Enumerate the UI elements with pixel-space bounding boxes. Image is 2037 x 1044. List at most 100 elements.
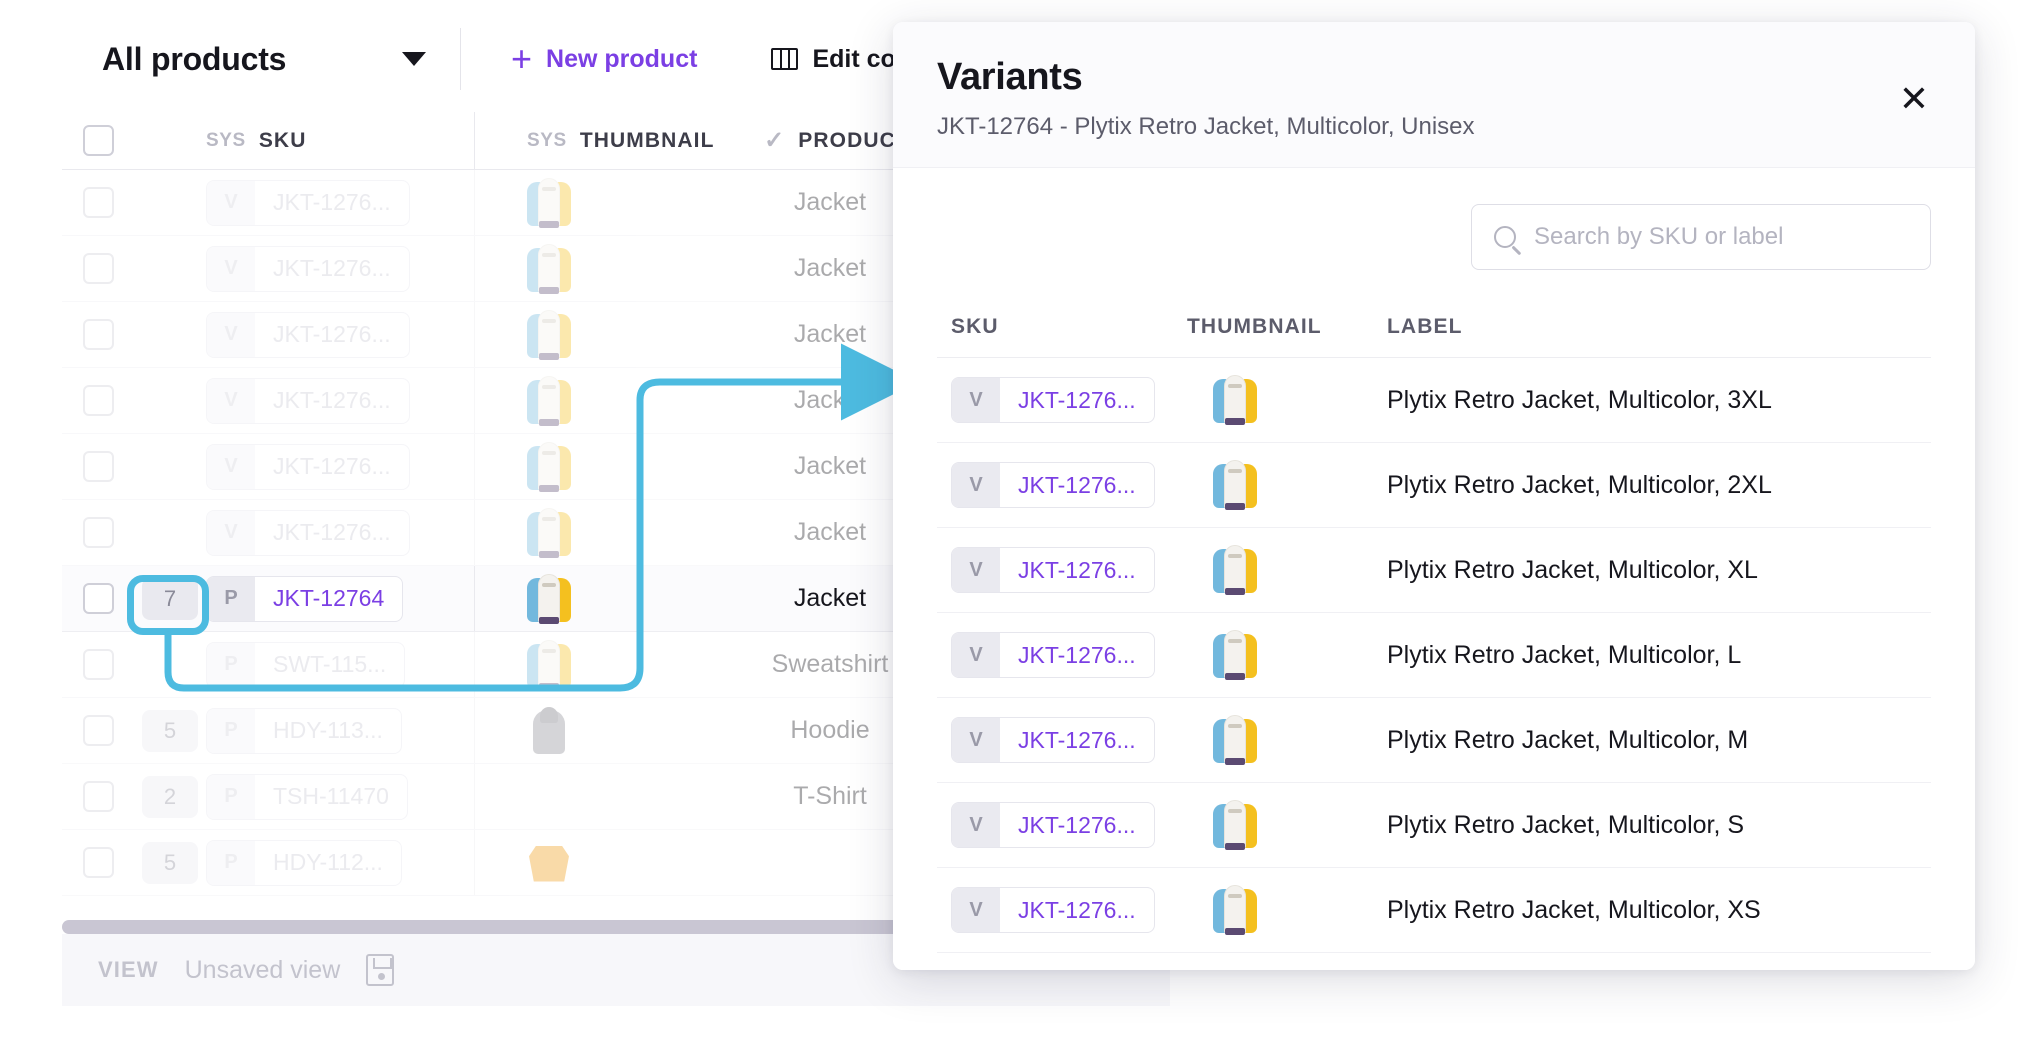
sku-type-badge: V xyxy=(952,718,1000,762)
row-sku-cell[interactable]: P HDY-113... xyxy=(206,707,474,754)
row-thumbnail-cell xyxy=(475,573,665,624)
row-select-cell[interactable] xyxy=(62,253,134,284)
row-select-cell[interactable] xyxy=(62,847,134,878)
save-view-icon[interactable] xyxy=(366,954,395,986)
variant-sku-cell[interactable]: V JKT-1276... xyxy=(937,887,1187,933)
new-product-button[interactable]: + New product xyxy=(485,28,723,90)
variant-count-cell[interactable]: 2 xyxy=(134,775,206,818)
row-sku-cell[interactable]: P JKT-12764 xyxy=(206,575,474,622)
variants-panel-footer: 7 results found xyxy=(893,953,1975,970)
row-select-cell[interactable] xyxy=(62,187,134,218)
sku-chip[interactable]: P HDY-112... xyxy=(206,839,402,886)
sku-chip[interactable]: P SWT-115... xyxy=(206,641,406,688)
sku-chip[interactable]: V JKT-1276... xyxy=(206,509,410,556)
variant-sku-chip[interactable]: V JKT-1276... xyxy=(951,462,1155,508)
row-select-cell[interactable] xyxy=(62,385,134,416)
row-sku-cell[interactable]: P HDY-112... xyxy=(206,839,474,886)
variant-sku-cell[interactable]: V JKT-1276... xyxy=(937,802,1187,848)
variant-row[interactable]: V JKT-1276... Plytix Retro Jacket, Multico… xyxy=(937,698,1931,783)
variant-row[interactable]: V JKT-1276... Plytix Retro Jacket, Multico… xyxy=(937,358,1931,443)
row-checkbox[interactable] xyxy=(82,715,114,746)
variant-row[interactable]: V JKT-1276... Plytix Retro Jacket, Multico… xyxy=(937,868,1931,953)
row-sku-cell[interactable]: P SWT-115... xyxy=(206,641,474,688)
variant-sku-chip[interactable]: V JKT-1276... xyxy=(951,802,1155,848)
row-checkbox[interactable] xyxy=(82,517,114,548)
row-checkbox[interactable] xyxy=(82,385,114,416)
variant-sku-chip[interactable]: V JKT-1276... xyxy=(951,887,1155,933)
row-select-cell[interactable] xyxy=(62,517,134,548)
screen-root: All products + New product Edit columns xyxy=(0,0,2037,1044)
variant-row[interactable]: V JKT-1276... Plytix Retro Jacket, Multico… xyxy=(937,443,1931,528)
sku-chip[interactable]: V JKT-1276... xyxy=(206,179,410,226)
select-all-cell[interactable] xyxy=(62,125,134,156)
variant-sku-chip[interactable]: V JKT-1276... xyxy=(951,717,1155,763)
row-select-cell[interactable] xyxy=(62,451,134,482)
variant-count-badge[interactable]: 2 xyxy=(142,775,198,818)
sku-chip[interactable]: V JKT-1276... xyxy=(206,443,410,490)
row-select-cell[interactable] xyxy=(62,319,134,350)
variant-count-badge[interactable]: 7 xyxy=(142,577,198,620)
row-checkbox[interactable] xyxy=(82,187,114,218)
jacket-thumbnail-icon xyxy=(527,177,571,228)
variant-sku-chip[interactable]: V JKT-1276... xyxy=(951,377,1155,423)
sku-chip[interactable]: P TSH-11470 xyxy=(206,773,408,820)
row-sku-cell[interactable]: V JKT-1276... xyxy=(206,509,474,556)
sku-chip[interactable]: V JKT-1276... xyxy=(206,245,410,292)
row-sku-cell[interactable]: P TSH-11470 xyxy=(206,773,474,820)
variant-sku-chip[interactable]: V JKT-1276... xyxy=(951,547,1155,593)
sku-chip[interactable]: P JKT-12764 xyxy=(206,575,404,622)
row-thumbnail-cell xyxy=(475,375,665,426)
row-sku-cell[interactable]: V JKT-1276... xyxy=(206,443,474,490)
row-checkbox[interactable] xyxy=(82,649,114,680)
variant-count-badge[interactable]: 5 xyxy=(142,709,198,752)
row-select-cell[interactable] xyxy=(62,781,134,812)
variant-sku-cell[interactable]: V JKT-1276... xyxy=(937,462,1187,508)
variant-count-cell[interactable]: 5 xyxy=(134,841,206,884)
sku-chip[interactable]: P HDY-113... xyxy=(206,707,402,754)
row-select-cell[interactable] xyxy=(62,649,134,680)
row-select-cell[interactable] xyxy=(62,583,134,614)
row-checkbox[interactable] xyxy=(82,319,114,350)
sku-value: JKT-1276... xyxy=(1018,471,1136,498)
sku-chip[interactable]: V JKT-1276... xyxy=(206,377,410,424)
header-cell-thumbnail[interactable]: SYS THUMBNAIL xyxy=(475,129,713,153)
variant-sku-chip[interactable]: V JKT-1276... xyxy=(951,632,1155,678)
header-label-sku: SKU xyxy=(258,128,307,152)
row-checkbox[interactable] xyxy=(82,583,114,614)
row-sku-cell[interactable]: V JKT-1276... xyxy=(206,245,474,292)
variant-row[interactable]: V JKT-1276... Plytix Retro Jacket, Multico… xyxy=(937,613,1931,698)
row-checkbox[interactable] xyxy=(82,253,114,284)
row-checkbox[interactable] xyxy=(82,847,114,878)
sku-type-badge: V xyxy=(207,246,255,291)
variant-sku-cell[interactable]: V JKT-1276... xyxy=(937,547,1187,593)
select-all-checkbox[interactable] xyxy=(82,125,114,156)
row-sku-cell[interactable]: V JKT-1276... xyxy=(206,179,474,226)
variants-search-input[interactable]: Search by SKU or label xyxy=(1534,223,1783,251)
variant-count-cell[interactable]: 5 xyxy=(134,709,206,752)
sku-value: JKT-12764 xyxy=(273,585,385,611)
search-row: Search by SKU or label xyxy=(937,168,1931,296)
row-select-cell[interactable] xyxy=(62,715,134,746)
variant-count-cell[interactable]: 7 xyxy=(134,577,206,620)
row-sku-cell[interactable]: V JKT-1276... xyxy=(206,311,474,358)
sku-chip[interactable]: V JKT-1276... xyxy=(206,311,410,358)
close-icon[interactable]: ✕ xyxy=(1895,80,1933,118)
variant-count-badge[interactable]: 5 xyxy=(142,841,198,884)
thumbnail-empty xyxy=(527,772,571,822)
view-selector[interactable]: All products xyxy=(62,28,452,90)
row-thumbnail-cell xyxy=(475,772,665,822)
product-type-value: Jacket xyxy=(793,320,867,348)
variant-sku-cell[interactable]: V JKT-1276... xyxy=(937,377,1187,423)
variant-sku-cell[interactable]: V JKT-1276... xyxy=(937,632,1187,678)
variants-panel-header: Variants JKT-12764 - Plytix Retro Jacket… xyxy=(893,22,1975,168)
variant-sku-cell[interactable]: V JKT-1276... xyxy=(937,717,1187,763)
variants-search-box[interactable]: Search by SKU or label xyxy=(1471,204,1931,270)
header-cell-sku[interactable]: SYS SKU xyxy=(206,129,474,153)
variants-header-label: LABEL xyxy=(1387,314,1463,338)
product-type-value: Jacket xyxy=(793,452,867,480)
variant-row[interactable]: V JKT-1276... Plytix Retro Jacket, Multico… xyxy=(937,783,1931,868)
variant-row[interactable]: V JKT-1276... Plytix Retro Jacket, Multico… xyxy=(937,528,1931,613)
row-checkbox[interactable] xyxy=(82,781,114,812)
row-checkbox[interactable] xyxy=(82,451,114,482)
row-sku-cell[interactable]: V JKT-1276... xyxy=(206,377,474,424)
